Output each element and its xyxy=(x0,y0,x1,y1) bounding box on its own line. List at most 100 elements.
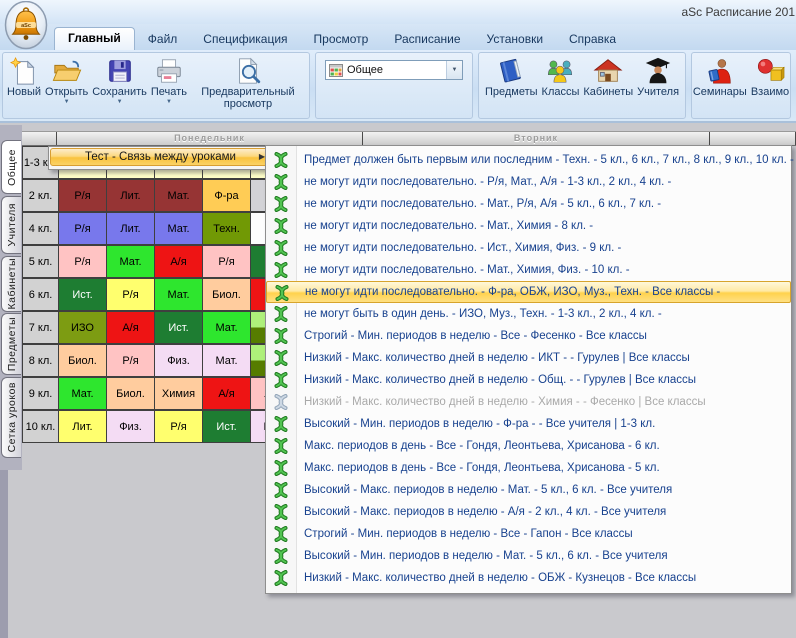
ribbon-button-кабинеты[interactable]: Кабинеты xyxy=(581,55,635,99)
row-header-9[interactable]: 9 кл. xyxy=(23,378,58,409)
row-header-4[interactable]: 4 кл. xyxy=(23,213,58,244)
lesson-cell[interactable]: А/я xyxy=(155,246,202,277)
constraint-menu-item-3[interactable]: не могут идти последовательно. - Мат., Р… xyxy=(266,193,791,215)
ribbon-button-классы[interactable]: Классы xyxy=(540,55,582,99)
lesson-cell[interactable]: Мат. xyxy=(59,378,106,409)
tab-ribbon-1[interactable]: Файл xyxy=(135,29,191,50)
lesson-cell[interactable]: А/я xyxy=(203,378,250,409)
lesson-cell[interactable]: Мат. xyxy=(155,180,202,211)
lesson-cell[interactable]: Р/я xyxy=(59,180,106,211)
constraint-menu-item-13[interactable]: Высокий - Мин. периодов в неделю - Ф-ра … xyxy=(266,413,791,435)
lesson-cell[interactable]: Физ. xyxy=(155,345,202,376)
tab-ribbon-4[interactable]: Расписание xyxy=(381,29,473,50)
lesson-cell[interactable]: Ф-ра xyxy=(203,180,250,211)
constraint-menu-item-7[interactable]: не могут идти последовательно. - Ф-ра, О… xyxy=(266,281,791,303)
constraint-menu-item-6[interactable]: не могут идти последовательно. - Мат., Х… xyxy=(266,259,791,281)
constraint-menu-item-19[interactable]: Высокий - Мин. периодов в неделю - Мат. … xyxy=(266,545,791,567)
ribbon-button-сохранить[interactable]: Сохранить▼ xyxy=(90,55,149,107)
constraint-menu-item-5[interactable]: не могут идти последовательно. - Ист., Х… xyxy=(266,237,791,259)
constraint-menu-item-15[interactable]: Макс. периодов в день - Все - Гондя, Лео… xyxy=(266,457,791,479)
context-menu-item-label: Тест - Связь между уроками xyxy=(85,151,236,163)
row-header-2[interactable]: 2 кл. xyxy=(23,180,58,211)
sidebar-tab-4[interactable]: Сетка уроков xyxy=(1,377,21,458)
lesson-cell[interactable]: Биол. xyxy=(107,378,154,409)
lesson-cell[interactable]: Мат. xyxy=(203,345,250,376)
constraint-menu-item-14[interactable]: Макс. периодов в день - Все - Гондя, Лео… xyxy=(266,435,791,457)
ribbon-button-label: Взаимо xyxy=(751,86,789,98)
day-header-spacer xyxy=(22,132,57,145)
tab-ribbon-2[interactable]: Спецификация xyxy=(190,29,300,50)
constraint-menu-item-16[interactable]: Высокий - Макс. периодов в неделю - Мат.… xyxy=(266,479,791,501)
ribbon-button-открыть[interactable]: Открыть▼ xyxy=(43,55,90,107)
lesson-cell[interactable]: Р/я xyxy=(107,279,154,310)
ribbon-button-взаимо[interactable]: Взаимо xyxy=(749,55,791,99)
row-header-8[interactable]: 8 кл. xyxy=(23,345,58,376)
lesson-cell[interactable]: Мат. xyxy=(203,312,250,343)
lesson-cell[interactable]: Ист. xyxy=(59,279,106,310)
dropdown-caret-icon[interactable]: ▼ xyxy=(117,99,123,106)
lesson-cell[interactable]: Техн. xyxy=(203,213,250,244)
lesson-cell[interactable]: Мат. xyxy=(155,213,202,244)
ribbon-button-новый[interactable]: Новый xyxy=(5,55,43,99)
row-header-6[interactable]: 6 кл. xyxy=(23,279,58,310)
lesson-cell[interactable]: Химия xyxy=(155,378,202,409)
constraint-menu-item-10[interactable]: Низкий - Макс. количество дней в неделю … xyxy=(266,347,791,369)
lesson-cell[interactable]: А/я xyxy=(107,312,154,343)
lesson-cell[interactable]: Биол. xyxy=(203,279,250,310)
tab-ribbon-6[interactable]: Справка xyxy=(556,29,629,50)
ribbon-button-предварительный-просмотр[interactable]: Предварительный просмотр xyxy=(189,55,307,111)
dropdown-caret-icon[interactable]: ▼ xyxy=(166,99,172,106)
constraint-menu-item-4[interactable]: не могут идти последовательно. - Мат., Х… xyxy=(266,215,791,237)
constraint-menu-item-1[interactable]: Предмет должен быть первым или последним… xyxy=(266,149,791,171)
lesson-cell[interactable]: Р/я xyxy=(59,213,106,244)
row-header-7[interactable]: 7 кл. xyxy=(23,312,58,343)
context-menu-item-link-test[interactable]: Тест - Связь между уроками ▶ xyxy=(50,148,271,166)
lesson-cell[interactable]: Ист. xyxy=(155,312,202,343)
ribbon: НовыйОткрыть▼Сохранить▼Печать▼Предварите… xyxy=(0,50,796,123)
constraint-menu-item-11[interactable]: Низкий - Макс. количество дней в неделю … xyxy=(266,369,791,391)
teachers-graduate-icon xyxy=(643,56,673,86)
lesson-cell[interactable]: ИЗО xyxy=(59,312,106,343)
row-header-10[interactable]: 10 кл. xyxy=(23,411,58,442)
ribbon-group-2: ПредметыКлассыКабинетыУчителя xyxy=(478,52,686,119)
sidebar-tab-0[interactable]: Общее xyxy=(1,140,21,194)
sidebar-tab-3[interactable]: Предметы xyxy=(1,313,21,375)
tab-ribbon-3[interactable]: Просмотр xyxy=(301,29,382,50)
constraint-menu-item-2[interactable]: не могут идти последовательно. - Р/я, Ма… xyxy=(266,171,791,193)
ribbon-button-label: Кабинеты xyxy=(583,86,633,98)
lesson-cell[interactable]: Р/я xyxy=(59,246,106,277)
lesson-cell[interactable]: Мат. xyxy=(155,279,202,310)
ribbon-button-предметы[interactable]: Предметы xyxy=(483,55,540,99)
ribbon-button-учителя[interactable]: Учителя xyxy=(635,55,681,99)
link-icon xyxy=(273,548,289,564)
ribbon-button-печать[interactable]: Печать▼ xyxy=(149,55,189,107)
lesson-cell[interactable]: Р/я xyxy=(203,246,250,277)
lesson-cell[interactable]: Биол. xyxy=(59,345,106,376)
row-header-5[interactable]: 5 кл. xyxy=(23,246,58,277)
lesson-cell[interactable]: Р/я xyxy=(155,411,202,442)
ribbon-button-семинары[interactable]: Семинары xyxy=(691,55,749,99)
chevron-down-icon[interactable]: ▼ xyxy=(446,61,462,79)
constraint-menu-item-8[interactable]: не могут быть в один день. - ИЗО, Муз., … xyxy=(266,303,791,325)
constraint-menu-item-text: Строгий - Мин. периодов в неделю - Все -… xyxy=(304,330,647,342)
lesson-cell[interactable]: Лит. xyxy=(107,213,154,244)
sidebar-tab-2[interactable]: Кабинеты xyxy=(1,256,21,312)
lesson-cell[interactable]: Ист. xyxy=(203,411,250,442)
tab-main[interactable]: Главный xyxy=(54,27,135,50)
app-menu-button[interactable]: aSc xyxy=(4,1,48,50)
lesson-cell[interactable]: Физ. xyxy=(107,411,154,442)
constraint-menu-item-20[interactable]: Низкий - Макс. количество дней в неделю … xyxy=(266,567,791,589)
constraint-menu-item-9[interactable]: Строгий - Мин. периодов в неделю - Все -… xyxy=(266,325,791,347)
link-icon xyxy=(273,328,289,344)
lesson-cell[interactable]: Р/я xyxy=(107,345,154,376)
tab-ribbon-5[interactable]: Установки xyxy=(474,29,556,50)
sidebar-tab-label: Кабинеты xyxy=(6,258,18,309)
lesson-cell[interactable]: Мат. xyxy=(107,246,154,277)
lesson-cell[interactable]: Лит. xyxy=(59,411,106,442)
constraint-menu-item-17[interactable]: Высокий - Макс. периодов в неделю - А/я … xyxy=(266,501,791,523)
lesson-cell[interactable]: Лит. xyxy=(107,180,154,211)
dropdown-caret-icon[interactable]: ▼ xyxy=(64,99,70,106)
sidebar-tab-1[interactable]: Учителя xyxy=(1,196,21,254)
constraint-menu-item-18[interactable]: Строгий - Мин. периодов в неделю - Все -… xyxy=(266,523,791,545)
view-selector[interactable]: Общее▼ xyxy=(325,60,463,80)
